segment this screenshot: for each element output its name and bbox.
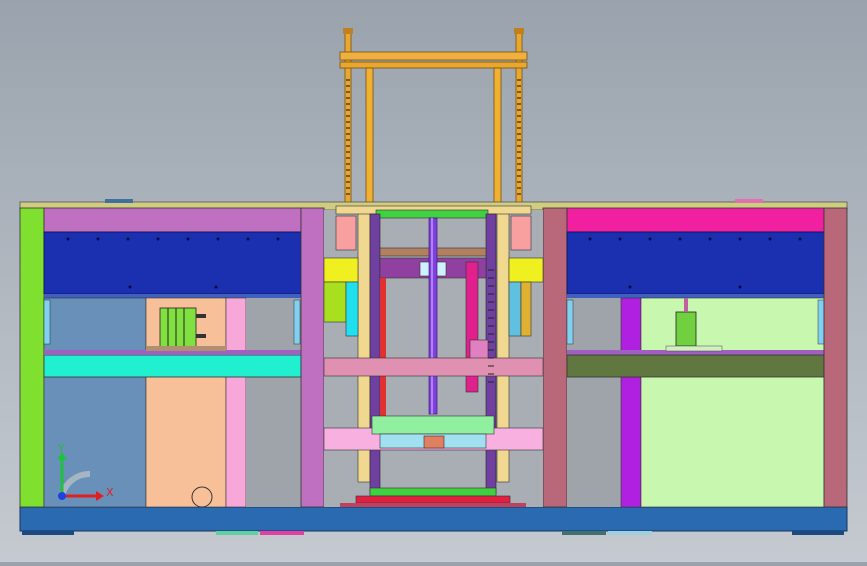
- right-top-plate: [566, 207, 825, 233]
- left-lower-panel: [43, 297, 147, 508]
- cad-viewport[interactable]: X Y: [0, 0, 867, 562]
- press-right-cyan-rail: [508, 281, 522, 337]
- tower-column-right: [493, 67, 502, 209]
- foot-center-left: [216, 531, 258, 535]
- right-inner-wall: [542, 207, 568, 508]
- right-blue-beam: [566, 231, 825, 295]
- right-green-plate: [566, 354, 825, 378]
- tower-column-left: [365, 67, 374, 209]
- press-ram-plate: [371, 415, 495, 435]
- press-spindle-highlight: [431, 218, 433, 414]
- press-right-yellow-block: [508, 257, 544, 283]
- press-side-bar-left: [380, 278, 386, 418]
- x-axis-label: X: [106, 486, 114, 499]
- right-side-panel: [823, 207, 848, 508]
- press-right-gold-rail: [520, 281, 532, 337]
- table-tab-right: [735, 199, 763, 203]
- press-left-green-block: [323, 281, 347, 323]
- left-cyan-plate: [43, 354, 302, 378]
- left-blue-beam: [43, 231, 302, 295]
- press-dark-column-left: [369, 213, 381, 495]
- press-bed-base: [340, 503, 526, 507]
- y-axis-label: Y: [57, 442, 65, 455]
- left-side-panel: [19, 207, 45, 508]
- foot-center-right: [562, 531, 606, 535]
- press-bed-green: [369, 487, 497, 497]
- right-gray-gap: [567, 298, 621, 507]
- right-light-green-panel: [640, 297, 825, 508]
- press-tool-head: [423, 435, 445, 449]
- top-frame[interactable]: [339, 28, 528, 211]
- z-axis-dot: [58, 492, 66, 500]
- top-crossbeam-lower: [339, 61, 528, 69]
- foot-center-left-2: [260, 531, 304, 535]
- foot-left: [22, 531, 74, 535]
- center-press[interactable]: [323, 205, 544, 507]
- foot-right: [792, 531, 844, 535]
- foot-center-right-2: [608, 531, 652, 535]
- table-tab-left: [105, 199, 133, 203]
- left-top-plate: [43, 207, 302, 233]
- right-module[interactable]: [542, 207, 848, 508]
- press-left-yellow-block: [323, 257, 359, 283]
- right-purple-strip: [620, 297, 642, 508]
- left-gray-gap: [246, 298, 301, 507]
- left-inner-wall: [300, 207, 325, 508]
- press-green-head: [375, 209, 489, 219]
- right-beam-underside: [567, 294, 824, 298]
- top-crossbeam-upper: [339, 51, 528, 61]
- left-module[interactable]: [19, 207, 325, 508]
- base-plate: [19, 506, 848, 532]
- left-pink-strip: [225, 297, 247, 508]
- left-beam-underside: [44, 294, 301, 298]
- press-pink-block-right: [510, 215, 532, 251]
- press-left-cyan-rail: [345, 281, 359, 337]
- press-bed-red: [355, 495, 511, 504]
- press-mid-strip: [323, 357, 544, 377]
- press-pink-block-left: [335, 215, 357, 251]
